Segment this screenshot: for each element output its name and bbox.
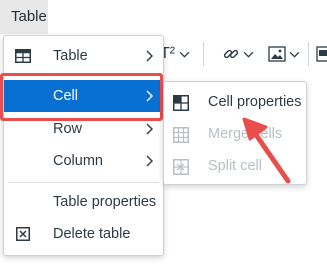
menu-item-delete-table[interactable]: Delete table: [4, 218, 163, 250]
menu-divider: [8, 182, 159, 183]
image-icon: [268, 46, 286, 62]
merge-cells-icon: [173, 127, 189, 143]
toolbar-divider: [308, 42, 309, 66]
highlight-box: [0, 73, 163, 121]
menu-item-table[interactable]: Table: [4, 40, 163, 72]
table-menu: Table Cell Row Column Table properties D…: [3, 35, 164, 256]
submenu-item-label: Cell properties: [208, 94, 302, 110]
menubar-table[interactable]: Table: [0, 0, 48, 34]
image-button[interactable]: [268, 38, 300, 70]
media-icon: [316, 46, 327, 62]
chevron-down-icon: [179, 51, 190, 58]
link-icon: [223, 49, 239, 59]
menu-item-label: Delete table: [53, 226, 131, 242]
chevron-right-icon: [146, 50, 153, 62]
menu-item-column[interactable]: Column: [4, 145, 163, 177]
media-button[interactable]: [316, 38, 327, 70]
annotation-arrow-icon: [242, 117, 291, 184]
chevron-right-icon: [146, 155, 153, 167]
link-button[interactable]: [222, 38, 254, 70]
table-icon: [15, 49, 31, 63]
chevron-down-icon: [243, 51, 254, 58]
menu-item-label: Table: [53, 48, 88, 64]
menu-item-table-properties[interactable]: Table properties: [4, 186, 163, 218]
menu-item-label: Table properties: [53, 194, 157, 210]
submenu-item-cell-properties[interactable]: Cell properties: [164, 86, 306, 118]
menu-item-label: Column: [53, 153, 103, 169]
toolbar-divider: [203, 42, 204, 66]
superscript-button[interactable]: T²: [160, 38, 190, 70]
chevron-down-icon: [289, 51, 300, 58]
split-cell-icon: [173, 159, 189, 175]
cell-properties-icon: [173, 95, 189, 111]
delete-table-icon: [16, 227, 30, 241]
chevron-right-icon: [146, 123, 153, 135]
